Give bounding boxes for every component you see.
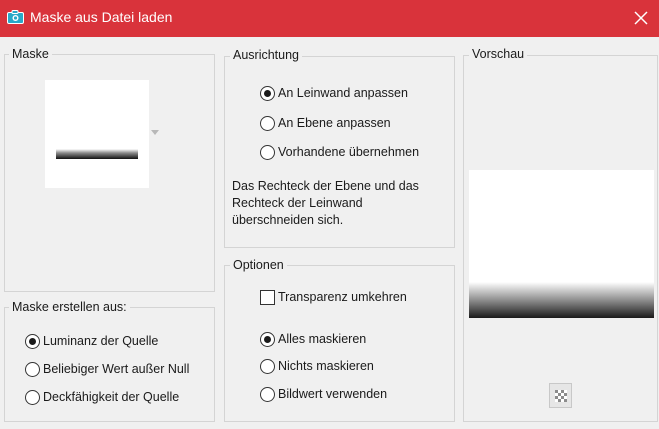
close-button[interactable] (625, 0, 659, 37)
radio-vorhandene[interactable]: Vorhandene übernehmen (260, 144, 435, 162)
radio-an-leinwand-label: An Leinwand anpassen (278, 86, 408, 100)
radio-alles-maskieren-label: Alles maskieren (278, 332, 367, 346)
radio-button[interactable] (260, 145, 275, 160)
radio-button[interactable] (25, 334, 40, 349)
radio-alles-maskieren[interactable]: Alles maskieren (260, 331, 390, 349)
radio-nichts-maskieren-label: Nichts maskieren (278, 359, 374, 373)
close-icon (634, 11, 648, 25)
checkbox-transparenz[interactable]: Transparenz umkehren (260, 289, 420, 307)
radio-bildwert[interactable]: Bildwert verwenden (260, 386, 400, 404)
checkbox[interactable] (260, 290, 275, 305)
radio-deckfaehigkeit[interactable]: Deckfähigkeit der Quelle (25, 389, 200, 407)
erstellen-group-label: Maske erstellen aus: (9, 300, 130, 314)
radio-nichts-maskieren[interactable]: Nichts maskieren (260, 358, 390, 376)
radio-luminanz[interactable]: Luminanz der Quelle (25, 333, 195, 351)
preview-image (469, 170, 654, 318)
chevron-down-icon[interactable] (151, 130, 159, 136)
maske-group-label: Maske (9, 47, 52, 61)
radio-button[interactable] (260, 86, 275, 101)
radio-vorhandene-label: Vorhandene übernehmen (278, 145, 420, 159)
radio-an-leinwand[interactable]: An Leinwand anpassen (260, 85, 420, 103)
ausrichtung-group-label: Ausrichtung (230, 48, 303, 62)
checkerboard-icon (555, 390, 567, 402)
radio-beliebiger-wert-label: Beliebiger Wert außer Null (43, 362, 190, 376)
radio-button[interactable] (260, 332, 275, 347)
radio-button[interactable] (25, 390, 40, 405)
radio-beliebiger-wert[interactable]: Beliebiger Wert außer Null (25, 361, 205, 379)
title-bar: Maske aus Datei laden (0, 0, 659, 37)
ausrichtung-description: Das Rechteck der Ebene und das Rechteck … (232, 179, 419, 227)
optionen-group-label: Optionen (230, 258, 287, 272)
checkbox-transparenz-label: Transparenz umkehren (278, 290, 407, 304)
radio-bildwert-label: Bildwert verwenden (278, 387, 388, 401)
preview-gradient (469, 282, 654, 318)
mask-gradient-strip (56, 149, 138, 159)
radio-luminanz-label: Luminanz der Quelle (43, 334, 159, 348)
radio-an-ebene-label: An Ebene anpassen (278, 116, 391, 130)
radio-button[interactable] (260, 359, 275, 374)
window-title: Maske aus Datei laden (30, 9, 173, 25)
radio-button[interactable] (260, 387, 275, 402)
camera-icon (7, 10, 24, 24)
radio-deckfaehigkeit-label: Deckfähigkeit der Quelle (43, 390, 180, 404)
radio-button[interactable] (260, 116, 275, 131)
vorschau-group-label: Vorschau (469, 47, 528, 61)
radio-an-ebene[interactable]: An Ebene anpassen (260, 115, 410, 133)
radio-button[interactable] (25, 362, 40, 377)
mask-thumbnail[interactable] (45, 80, 149, 188)
preview-toggle-button[interactable] (549, 383, 572, 408)
